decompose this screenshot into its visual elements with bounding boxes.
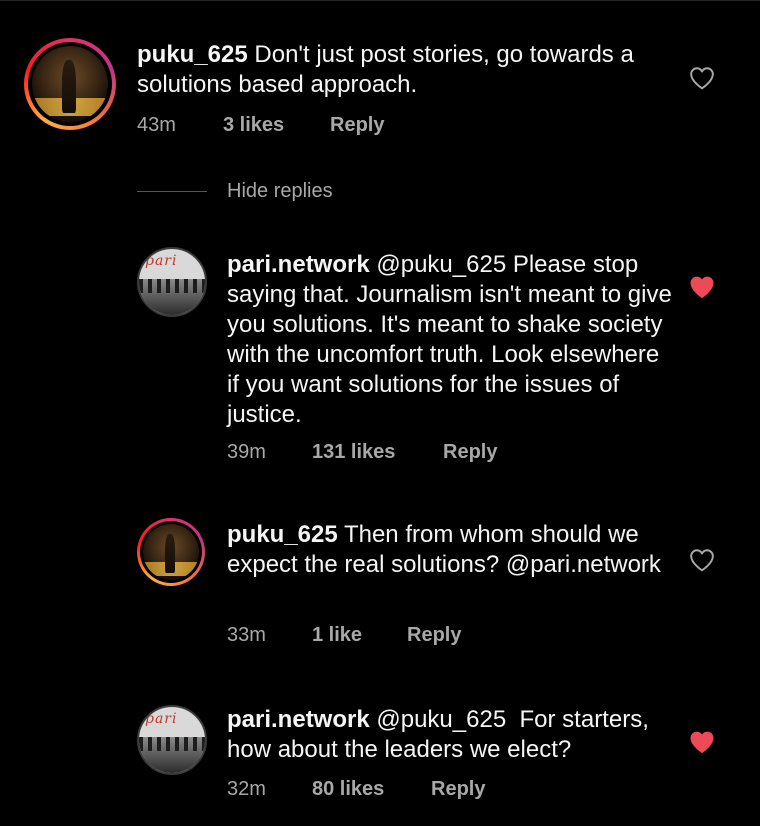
heart-outline-icon[interactable] (689, 548, 715, 572)
comment-time: 43m (137, 114, 176, 136)
reply-button[interactable]: Reply (443, 441, 497, 464)
comment-likes[interactable]: 131 likes (312, 441, 395, 464)
comment-body: pari.network @puku_625 For starters, how… (227, 705, 677, 765)
heart-filled-icon[interactable] (689, 275, 715, 299)
avatar-pari[interactable]: pari (137, 247, 207, 317)
comment-username[interactable]: puku_625 (137, 41, 248, 68)
comment-body: puku_625 Then from whom should we expect… (227, 520, 677, 580)
avatar-puku[interactable] (137, 518, 205, 586)
pari-logo: pari (145, 711, 178, 727)
comment-username[interactable]: pari.network (227, 706, 370, 733)
heart-outline-icon[interactable] (689, 66, 715, 90)
reply-button[interactable]: Reply (330, 114, 384, 137)
reply-button[interactable]: Reply (407, 624, 461, 647)
heart-filled-icon[interactable] (689, 730, 715, 754)
comment-body: pari.network @puku_625 Please stop sayin… (227, 250, 677, 430)
hide-replies-button[interactable]: Hide replies (227, 180, 333, 203)
comment-username[interactable]: pari.network (227, 251, 370, 278)
top-divider (0, 0, 760, 1)
comment-time: 32m (227, 778, 266, 800)
comment-username[interactable]: puku_625 (227, 521, 338, 548)
comment-time: 33m (227, 624, 266, 646)
comment-body: puku_625 Don't just post stories, go tow… (137, 40, 677, 100)
comment-time: 39m (227, 441, 266, 463)
comment-likes[interactable]: 3 likes (223, 114, 284, 137)
pari-logo: pari (145, 253, 178, 269)
hide-replies-divider (137, 191, 207, 192)
comment-likes[interactable]: 80 likes (312, 778, 384, 801)
avatar-pari[interactable]: pari (137, 705, 207, 775)
reply-button[interactable]: Reply (431, 778, 485, 801)
comment-likes[interactable]: 1 like (312, 624, 362, 647)
avatar-puku[interactable] (24, 38, 116, 130)
